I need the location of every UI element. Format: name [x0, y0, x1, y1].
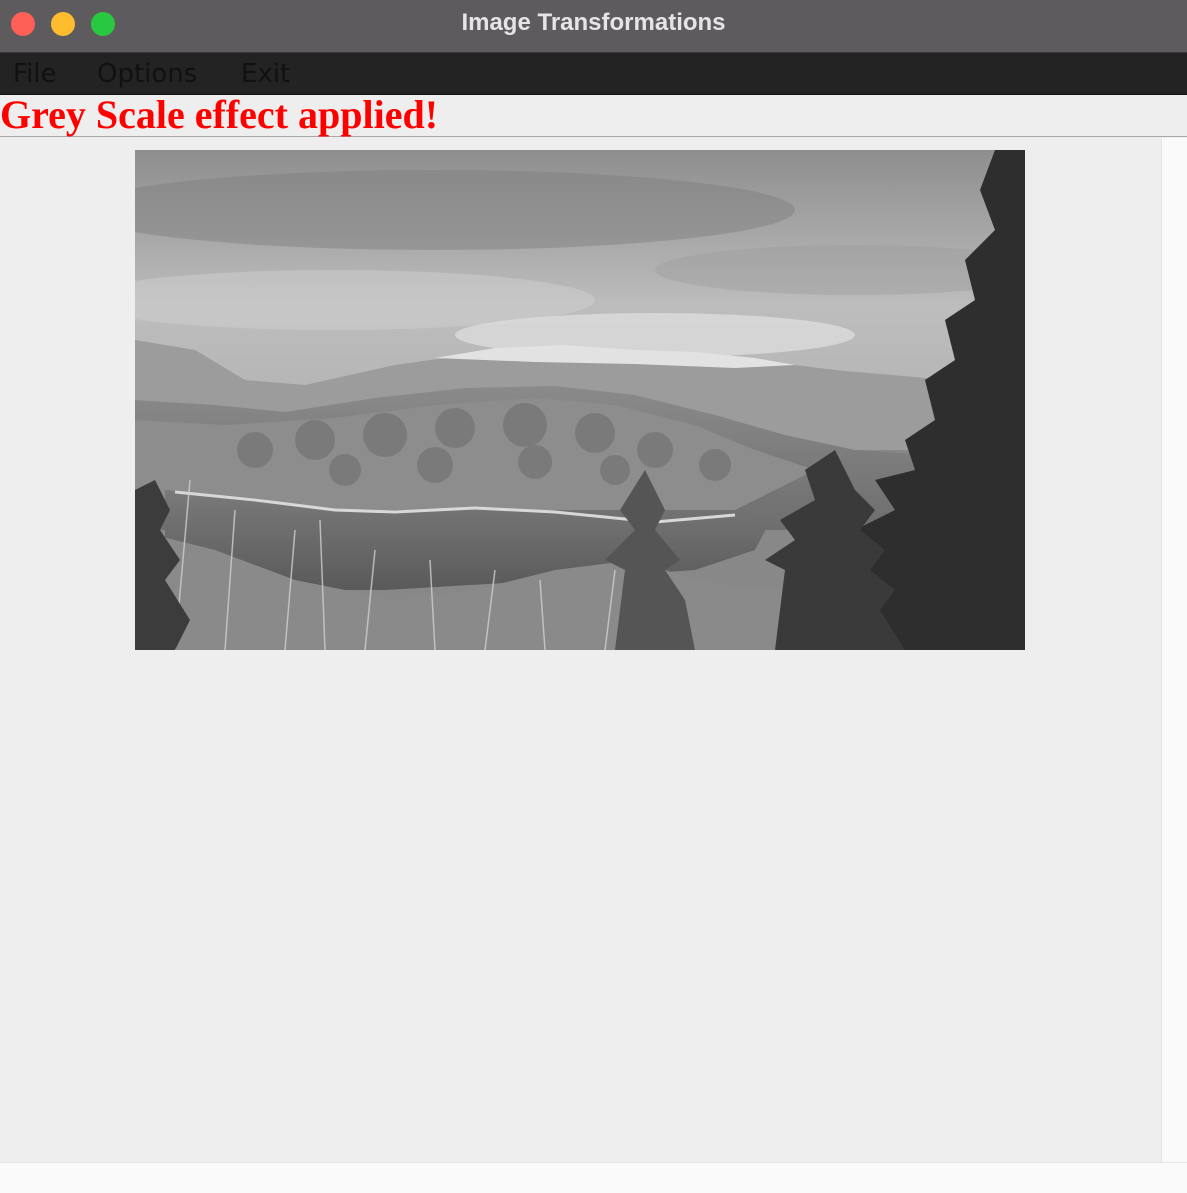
status-panel: Grey Scale effect applied! — [0, 92, 1187, 137]
menu-options[interactable]: Options — [97, 53, 197, 94]
vertical-scrollbar[interactable] — [1161, 138, 1187, 1162]
horizontal-scrollbar[interactable] — [0, 1162, 1187, 1193]
title-bar[interactable]: Image Transformations — [0, 0, 1187, 53]
menu-exit[interactable]: Exit — [241, 53, 290, 94]
menu-file[interactable]: File — [13, 53, 57, 94]
window-title: Image Transformations — [461, 9, 726, 36]
app-window: Image Transformations File Options Exit … — [0, 0, 1187, 1193]
status-message: Grey Scale effect applied! — [0, 92, 439, 137]
menu-bar: File Options Exit — [0, 53, 1187, 95]
greyscale-landscape-image — [135, 150, 1025, 650]
